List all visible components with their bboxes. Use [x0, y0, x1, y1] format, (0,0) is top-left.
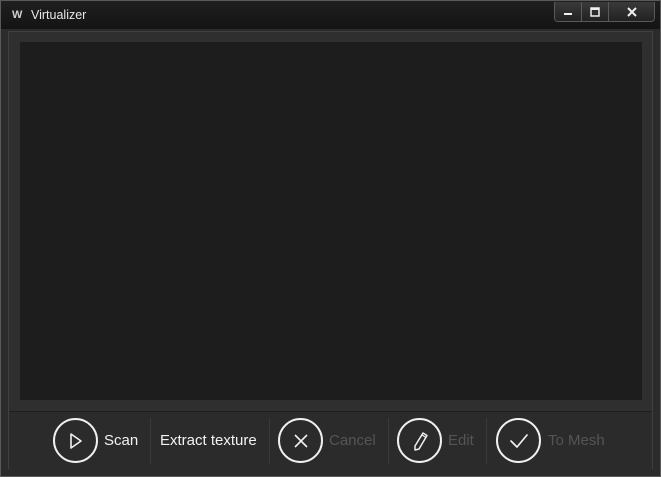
checkmark-icon	[496, 418, 541, 463]
separator	[150, 418, 151, 464]
maximize-icon	[590, 6, 600, 17]
scan-label: Scan	[104, 432, 139, 449]
extract-texture-label: Extract texture	[160, 432, 257, 449]
close-button[interactable]	[609, 2, 654, 21]
app-icon: W	[12, 9, 22, 21]
maximize-button[interactable]	[582, 2, 609, 21]
extract-texture-button[interactable]: Extract texture	[160, 412, 257, 469]
edit-button[interactable]: Edit	[397, 412, 474, 469]
close-circle-icon	[278, 418, 323, 463]
window-controls	[554, 2, 655, 22]
app-window: W Virtualizer Scan Extract texture Cance…	[0, 0, 661, 477]
action-toolbar: Scan Extract texture Cancel Edit To Mesh	[9, 411, 652, 469]
separator	[269, 418, 270, 464]
scan-button[interactable]: Scan	[53, 412, 138, 469]
client-area: Scan Extract texture Cancel Edit To Mesh	[8, 31, 653, 469]
play-icon	[53, 418, 98, 463]
edit-label: Edit	[448, 432, 474, 449]
title-bar[interactable]: W Virtualizer	[1, 1, 660, 29]
cancel-label: Cancel	[329, 432, 376, 449]
to-mesh-label: To Mesh	[548, 432, 605, 449]
separator	[388, 418, 389, 464]
window-title: Virtualizer	[31, 8, 87, 22]
close-icon	[626, 6, 637, 17]
separator	[486, 418, 487, 464]
minimize-button[interactable]	[555, 2, 582, 21]
pencil-icon	[397, 418, 442, 463]
scan-viewport[interactable]	[20, 42, 642, 400]
cancel-button[interactable]: Cancel	[278, 412, 376, 469]
to-mesh-button[interactable]: To Mesh	[496, 412, 605, 469]
minimize-icon	[564, 12, 572, 15]
